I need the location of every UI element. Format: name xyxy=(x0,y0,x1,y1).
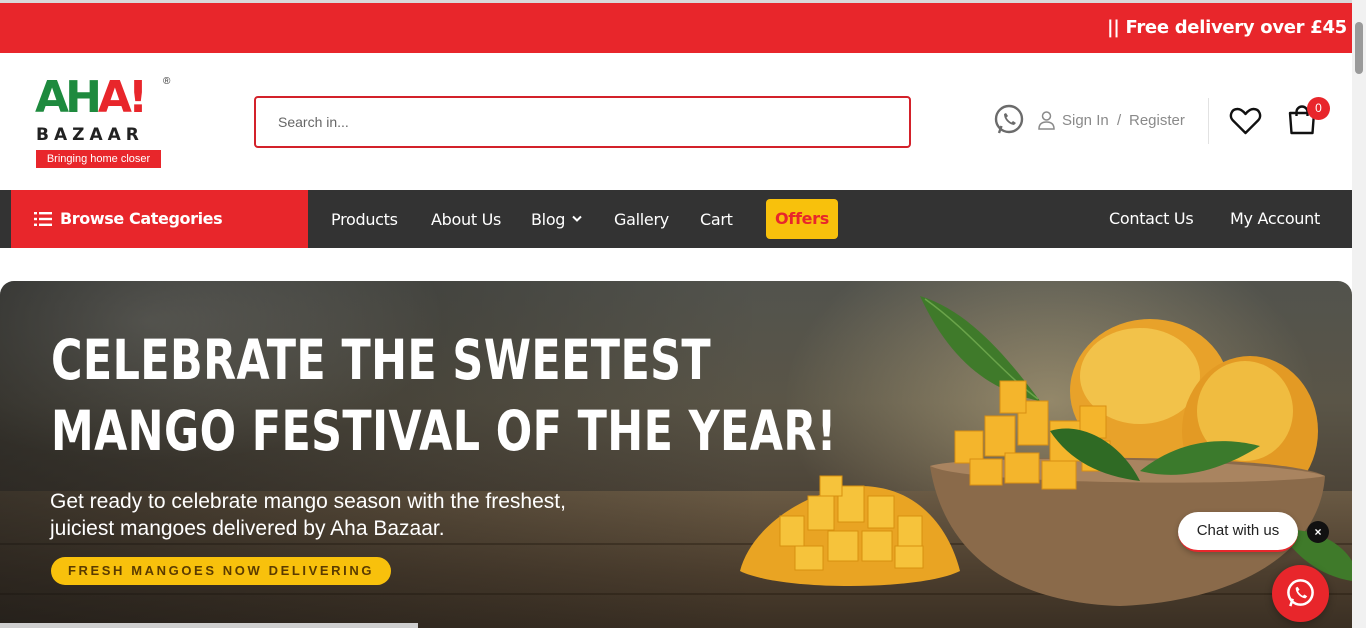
page: || Free delivery over £45 acr AHA! ® BAZ… xyxy=(0,0,1366,628)
list-icon xyxy=(34,212,52,226)
announcement-text: || Free delivery over £45 acr xyxy=(1107,17,1352,38)
hero-title: CELEBRATE THE SWEETEST MANGO FESTIVAL OF… xyxy=(51,325,837,467)
heart-icon[interactable] xyxy=(1229,106,1262,136)
vertical-scrollbar[interactable] xyxy=(1352,0,1366,628)
nav-offers-button[interactable]: Offers xyxy=(766,199,838,239)
search-input[interactable] xyxy=(254,96,911,148)
register-link[interactable]: Register xyxy=(1129,112,1185,129)
nav-gallery[interactable]: Gallery xyxy=(614,210,669,229)
nav-cart[interactable]: Cart xyxy=(700,210,733,229)
whatsapp-chat-button[interactable] xyxy=(1272,565,1329,622)
whatsapp-icon[interactable] xyxy=(993,104,1025,136)
nav-contact-us[interactable]: Contact Us xyxy=(1109,209,1194,228)
close-icon[interactable]: × xyxy=(1307,521,1329,543)
whatsapp-icon xyxy=(1287,579,1314,607)
nav-products[interactable]: Products xyxy=(331,210,398,229)
hero-subtitle-line-1: Get ready to celebrate mango season with… xyxy=(50,490,566,513)
nav-my-account[interactable]: My Account xyxy=(1230,209,1320,228)
logo-name: BAZAAR xyxy=(36,125,144,145)
chat-with-us-bubble[interactable]: Chat with us xyxy=(1178,512,1298,552)
logo-tagline: Bringing home closer xyxy=(36,150,161,168)
logo-wordmark: AHA! xyxy=(35,72,148,123)
browse-categories-button[interactable]: Browse Categories xyxy=(11,190,308,248)
logo-registered-mark: ® xyxy=(163,76,171,87)
hero-subtitle-line-2: juiciest mangoes delivered by Aha Bazaar… xyxy=(50,517,445,540)
user-icon[interactable] xyxy=(1038,111,1055,130)
horizontal-scrollbar[interactable] xyxy=(0,623,418,628)
nav-about-us[interactable]: About Us xyxy=(431,210,501,229)
cart-count-badge: 0 xyxy=(1307,97,1330,120)
sign-in-link[interactable]: Sign In xyxy=(1062,112,1109,129)
nav-blog[interactable]: Blog xyxy=(531,210,565,229)
announcement-bar: || Free delivery over £45 acr xyxy=(0,3,1352,53)
scrollbar-thumb[interactable] xyxy=(1355,22,1363,74)
hero-title-line-2: MANGO FESTIVAL OF THE YEAR! xyxy=(51,399,837,463)
site-logo[interactable]: AHA! ® BAZAAR Bringing home closer xyxy=(35,76,175,170)
hero-subtitle: Get ready to celebrate mango season with… xyxy=(50,488,566,542)
hero-banner[interactable]: CELEBRATE THE SWEETEST MANGO FESTIVAL OF… xyxy=(0,281,1352,628)
hero-cta-button[interactable]: FRESH MANGOES NOW DELIVERING xyxy=(51,557,391,585)
browse-categories-label: Browse Categories xyxy=(60,209,223,228)
hero-title-line-1: CELEBRATE THE SWEETEST xyxy=(51,328,712,392)
chevron-down-icon[interactable] xyxy=(572,215,582,223)
account-separator: / xyxy=(1117,112,1122,129)
header-divider xyxy=(1208,98,1209,144)
